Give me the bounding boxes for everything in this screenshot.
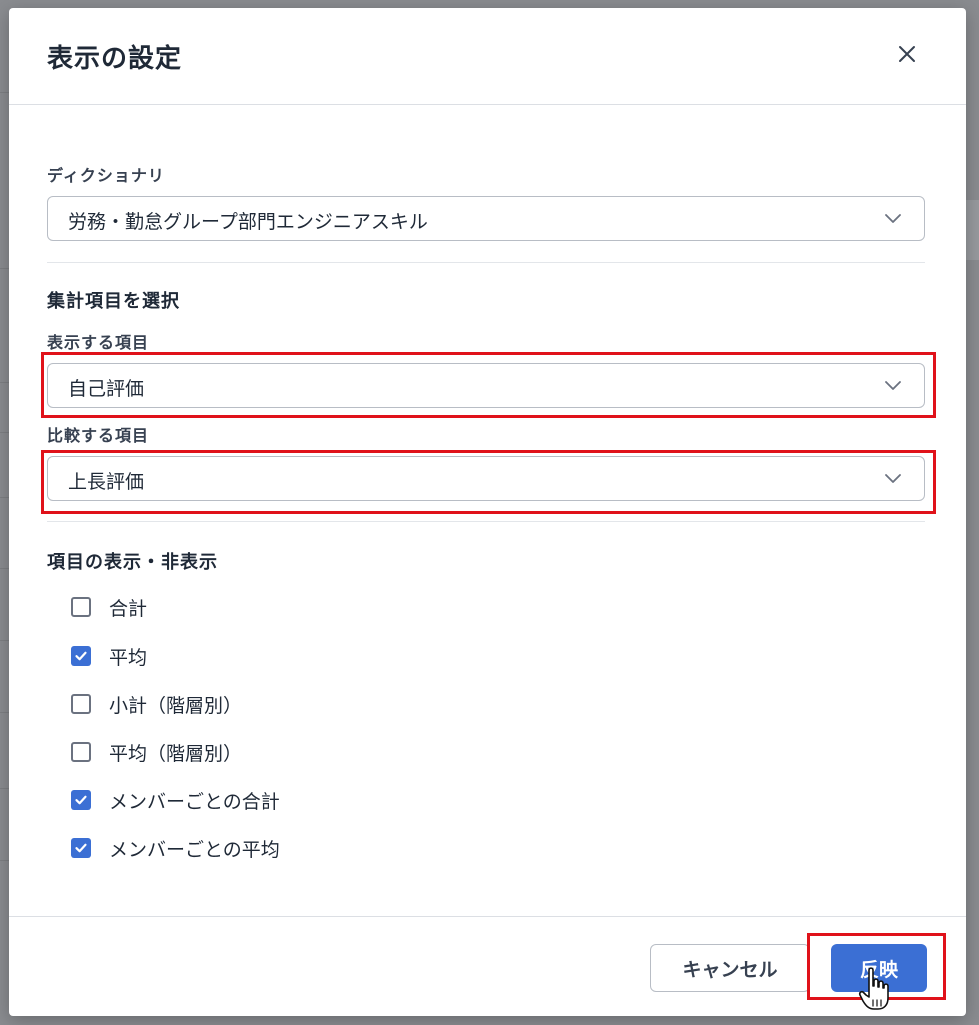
checkbox-average[interactable]: 平均 xyxy=(71,642,147,670)
checkbox-box[interactable] xyxy=(71,646,91,666)
chevron-down-icon xyxy=(885,381,901,390)
checkbox-total[interactable]: 合計 xyxy=(71,593,147,621)
display-item-label: 表示する項目 xyxy=(47,333,150,352)
close-icon xyxy=(899,46,915,62)
checkbox-subtotal-by-level[interactable]: 小計（階層別） xyxy=(71,690,242,718)
divider xyxy=(47,521,925,522)
chevron-down-icon xyxy=(885,214,901,223)
checkmark-icon xyxy=(75,795,87,805)
close-button[interactable] xyxy=(889,36,925,72)
dictionary-select-value: 労務・勤怠グループ部門エンジニアスキル xyxy=(68,211,428,233)
apply-button[interactable]: 反映 xyxy=(831,944,927,992)
settings-dialog: 表示の設定 ディクショナリ 労務・勤怠グループ部門エンジニアスキル 集計項目を選… xyxy=(9,8,966,1016)
checkbox-box[interactable] xyxy=(71,742,91,762)
checkbox-label: メンバーごとの平均 xyxy=(109,838,280,861)
dictionary-select[interactable]: 労務・勤怠グループ部門エンジニアスキル xyxy=(47,196,925,241)
checkbox-label: メンバーごとの合計 xyxy=(109,790,280,813)
visibility-section-title: 項目の表示・非表示 xyxy=(47,552,218,573)
checkbox-member-total[interactable]: メンバーごとの合計 xyxy=(71,786,280,814)
checkbox-average-by-level[interactable]: 平均（階層別） xyxy=(71,738,242,766)
aggregate-section-title: 集計項目を選択 xyxy=(47,291,180,312)
dialog-title: 表示の設定 xyxy=(47,44,183,74)
checkbox-member-average[interactable]: メンバーごとの平均 xyxy=(71,834,280,862)
display-item-select[interactable]: 自己評価 xyxy=(47,363,925,408)
chevron-down-icon xyxy=(885,474,901,483)
checkbox-label: 平均（階層別） xyxy=(109,742,243,765)
cancel-button[interactable]: キャンセル xyxy=(650,944,810,992)
checkbox-label: 合計 xyxy=(109,597,148,620)
dialog-footer: キャンセル 反映 xyxy=(9,916,966,1017)
divider xyxy=(47,262,925,263)
checkbox-label: 小計（階層別） xyxy=(109,694,243,717)
checkmark-icon xyxy=(75,843,87,853)
checkbox-box[interactable] xyxy=(71,790,91,810)
compare-item-select-value: 上長評価 xyxy=(68,471,145,493)
dialog-header: 表示の設定 xyxy=(9,8,966,105)
checkbox-label: 平均 xyxy=(109,646,148,669)
checkbox-box[interactable] xyxy=(71,694,91,714)
dictionary-label: ディクショナリ xyxy=(47,166,165,185)
compare-item-select[interactable]: 上長評価 xyxy=(47,456,925,501)
display-item-select-value: 自己評価 xyxy=(68,378,145,400)
compare-item-label: 比較する項目 xyxy=(47,426,150,445)
checkbox-box[interactable] xyxy=(71,838,91,858)
checkbox-box[interactable] xyxy=(71,597,91,617)
checkmark-icon xyxy=(75,651,87,661)
